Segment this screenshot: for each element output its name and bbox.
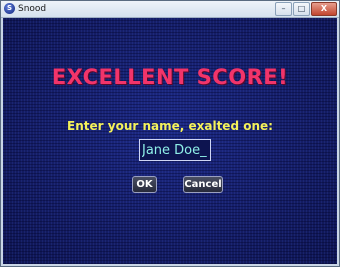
score-headline: EXCELLENT SCORE! bbox=[51, 65, 289, 89]
ok-button[interactable]: OK bbox=[132, 176, 157, 193]
window-title: Snood bbox=[18, 4, 47, 14]
title-bar[interactable]: S Snood – □ X bbox=[1, 1, 339, 18]
window-controls: – □ X bbox=[274, 2, 337, 16]
name-input[interactable] bbox=[140, 140, 210, 160]
snood-app-icon[interactable]: S bbox=[4, 3, 15, 14]
minimize-button[interactable]: – bbox=[275, 2, 292, 16]
cancel-button[interactable]: Cancel bbox=[183, 176, 223, 193]
app-window: S Snood – □ X EXCELLENT SCORE! Enter you… bbox=[0, 0, 340, 267]
name-field-frame bbox=[139, 139, 211, 161]
name-prompt: Enter your name, exalted one: bbox=[67, 119, 273, 133]
maximize-button[interactable]: □ bbox=[293, 2, 310, 16]
game-area: EXCELLENT SCORE! Enter your name, exalte… bbox=[3, 18, 337, 264]
close-button[interactable]: X bbox=[311, 2, 337, 16]
